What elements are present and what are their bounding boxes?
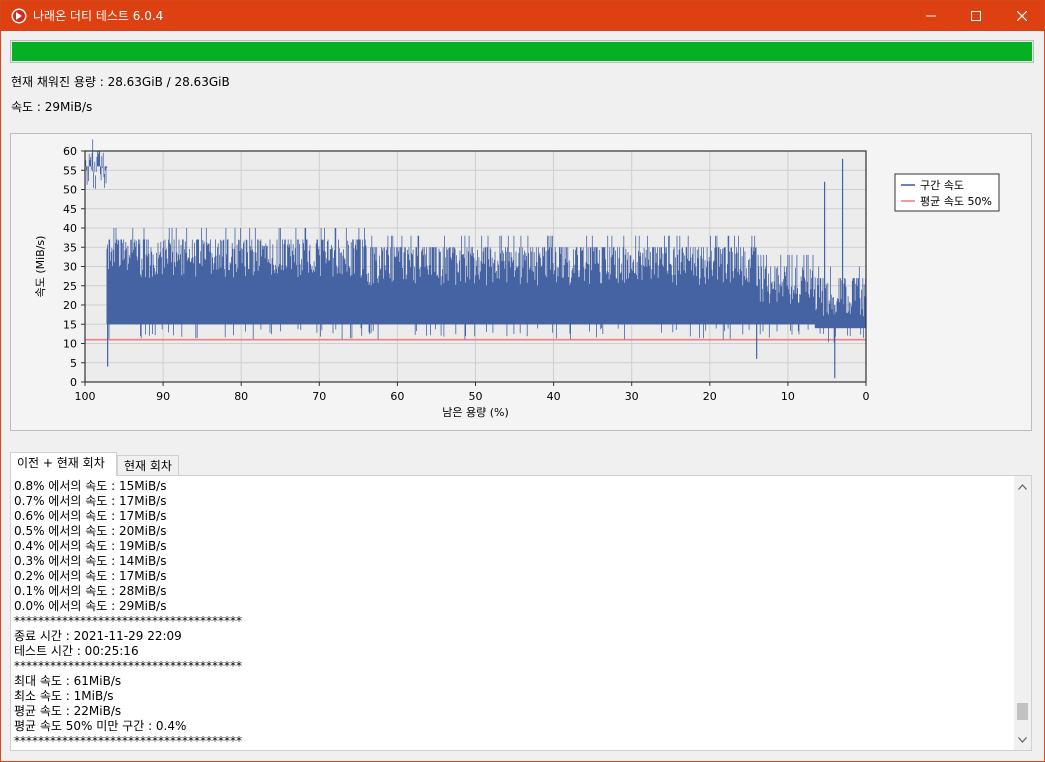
log-line: 0.3% 에서의 속도 : 14MiB/s: [14, 554, 167, 568]
speed-chart: 0 5 10 15 20 25 30 35 40 45 50 55 60 100 90 80 70 60 50 40 3…: [10, 133, 1032, 431]
y-axis-label: 속도 (MiB/s): [34, 236, 47, 298]
x-axis-label: 남은 용량 (%): [442, 406, 509, 419]
log-line: 0.6% 에서의 속도 : 17MiB/s: [14, 509, 167, 523]
log-line: **************************************: [14, 614, 242, 628]
scroll-up-button[interactable]: [1014, 478, 1031, 495]
x-tick-label: 90: [156, 390, 170, 403]
log-line: 0.5% 에서의 속도 : 20MiB/s: [14, 524, 167, 538]
x-tick-label: 60: [390, 390, 404, 403]
log-line: 0.7% 에서의 속도 : 17MiB/s: [14, 494, 167, 508]
title-bar[interactable]: 나래온 더티 테스트 6.0.4: [1, 1, 1044, 31]
y-tick-label: 40: [63, 222, 77, 235]
x-tick-label: 70: [312, 390, 326, 403]
log-line: 종료 시간 : 2021-11-29 22:09: [14, 629, 182, 643]
maximize-button[interactable]: [953, 1, 999, 31]
legend-label: 구간 속도: [920, 179, 964, 192]
maximize-icon: [971, 11, 981, 21]
window-title: 나래온 더티 테스트 6.0.4: [33, 9, 164, 23]
x-tick-label: 0: [863, 390, 870, 403]
log-line: 최대 속도 : 61MiB/s: [14, 674, 122, 688]
log-line: 0.0% 에서의 속도 : 29MiB/s: [14, 599, 167, 613]
x-tick-label: 30: [625, 390, 639, 403]
log-line: 테스트 시간 : 00:25:16: [14, 644, 139, 658]
log-line: 0.1% 에서의 속도 : 28MiB/s: [14, 584, 167, 598]
x-tick-label: 50: [469, 390, 483, 403]
x-tick-label: 80: [234, 390, 248, 403]
log-line: 0.2% 에서의 속도 : 17MiB/s: [14, 569, 167, 583]
log-line: 최소 속도 : 1MiB/s: [14, 689, 114, 703]
x-tick-label: 40: [547, 390, 561, 403]
chevron-up-icon: [1018, 483, 1027, 490]
y-tick-label: 55: [63, 164, 77, 177]
log-line: **************************************: [14, 659, 242, 673]
filled-capacity-text: 현재 채워진 용량 : 28.63GiB / 28.63GiB: [11, 75, 230, 89]
chevron-down-icon: [1018, 736, 1027, 743]
app-window: 나래온 더티 테스트 6.0.4 현재 채워진 용량 : 28.63GiB / …: [0, 0, 1045, 762]
app-logo-icon: [11, 8, 27, 24]
log-lines: 0.8% 에서의 속도 : 15MiB/s 0.7% 에서의 속도 : 17MiB…: [14, 479, 242, 749]
close-icon: [1017, 11, 1027, 21]
y-tick-label: 25: [63, 280, 77, 293]
x-tick-label: 20: [703, 390, 717, 403]
fill-progress-bar: [10, 40, 1034, 63]
y-tick-label: 0: [70, 376, 77, 389]
fill-progress-indicator: [12, 42, 1032, 61]
log-scrollbar[interactable]: [1014, 476, 1031, 750]
y-tick-label: 15: [63, 318, 77, 331]
scroll-down-button[interactable]: [1014, 731, 1031, 748]
current-speed-text: 속도 : 29MiB/s: [11, 100, 93, 114]
legend-label: 평균 속도 50%: [920, 195, 992, 208]
y-tick-label: 20: [63, 299, 77, 312]
log-line: **************************************: [14, 734, 242, 748]
speed-chart-svg: 051015202530354045505560100 90 80 70 60 50 40 3…: [34, 139, 1000, 419]
log-line: 평균 속도 50% 미만 구간 : 0.4%: [14, 719, 187, 733]
scroll-thumb[interactable]: [1017, 703, 1028, 721]
y-tick-label: 60: [63, 145, 77, 158]
y-tick-label: 10: [63, 338, 77, 351]
y-tick-label: 35: [63, 241, 77, 254]
y-tick-label: 45: [63, 203, 77, 216]
y-tick-label: 30: [63, 261, 77, 274]
y-tick-label: 5: [70, 357, 77, 370]
tab-previous-and-current[interactable]: 이전 + 현재 회차: [10, 452, 117, 476]
y-tick-label: 50: [63, 184, 77, 197]
minimize-button[interactable]: [908, 1, 954, 31]
minimize-icon: [926, 15, 936, 17]
x-tick-label: 100: [75, 390, 96, 403]
log-line: 0.8% 에서의 속도 : 15MiB/s: [14, 479, 167, 493]
close-button[interactable]: [999, 1, 1045, 31]
log-line: 평균 속도 : 22MiB/s: [14, 704, 122, 718]
log-textbox[interactable]: 0.8% 에서의 속도 : 15MiB/s 0.7% 에서의 속도 : 17MiB…: [10, 475, 1032, 751]
x-tick-label: 10: [781, 390, 795, 403]
log-line: 0.4% 에서의 속도 : 19MiB/s: [14, 539, 167, 553]
tab-current-round[interactable]: 현재 회차: [117, 455, 179, 476]
